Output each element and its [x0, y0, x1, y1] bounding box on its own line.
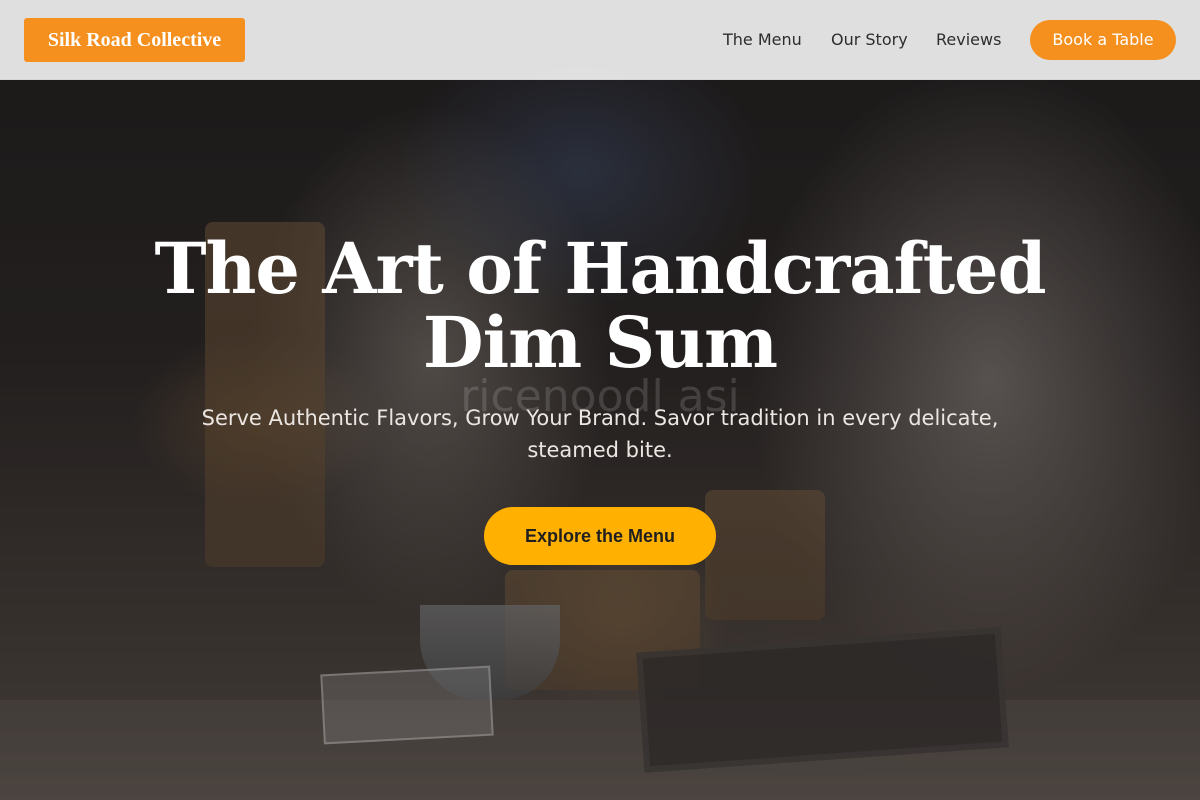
hero-title-line-1: The Art of Handcrafted — [154, 227, 1046, 310]
site-header: Silk Road Collective The Menu Our Story … — [0, 0, 1200, 80]
book-table-button[interactable]: Book a Table — [1030, 20, 1176, 60]
nav-link-our-story[interactable]: Our Story — [831, 30, 908, 50]
hero-subtitle: Serve Authentic Flavors, Grow Your Brand… — [170, 402, 1030, 466]
main-nav: The Menu Our Story Reviews — [0, 0, 1200, 80]
hero-subtitle-line-2: steamed bite. — [527, 438, 673, 462]
hero-title: The Art of Handcrafted Dim Sum — [150, 232, 1050, 380]
explore-menu-button[interactable]: Explore the Menu — [484, 507, 716, 565]
nav-link-menu[interactable]: The Menu — [723, 30, 802, 50]
nav-link-reviews[interactable]: Reviews — [936, 30, 1001, 50]
hero-subtitle-line-1: Serve Authentic Flavors, Grow Your Brand… — [201, 406, 999, 430]
